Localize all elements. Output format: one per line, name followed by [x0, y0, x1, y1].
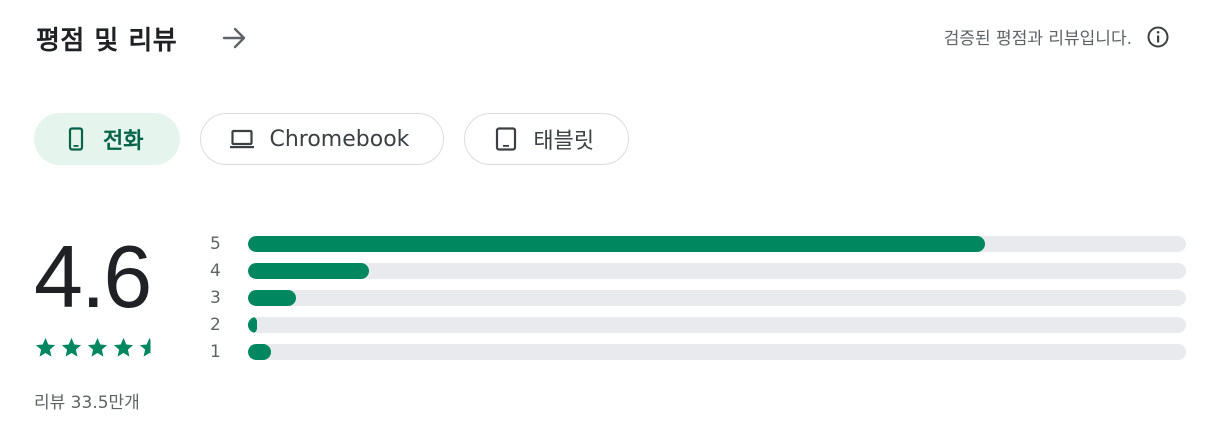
- rating-summary: 4.6: [34, 232, 174, 359]
- arrow-right-icon[interactable]: [220, 26, 250, 50]
- tab-phone[interactable]: 전화: [34, 113, 181, 165]
- rating-distribution: 5 4 3 2 1: [206, 230, 1186, 365]
- bar-fill: [248, 343, 271, 360]
- row-label: 3: [210, 287, 221, 308]
- row-label: 1: [210, 341, 221, 362]
- device-tabs: 전화 Chromebook 태블릿: [34, 113, 630, 165]
- distribution-row: 1: [206, 338, 1186, 365]
- distribution-row: 5: [206, 230, 1186, 257]
- star-icon: [87, 337, 108, 357]
- bar-fill: [248, 289, 296, 306]
- row-label: 2: [210, 314, 221, 335]
- section-title: 평점 및 리뷰: [36, 26, 178, 56]
- distribution-row: 2: [206, 311, 1186, 338]
- bar-track: [248, 316, 1186, 333]
- verified-notice: 검증된 평점과 리뷰입니다.: [944, 24, 1170, 49]
- ratings-header: 평점 및 리뷰 검증된 평점과 리뷰입니다.: [36, 14, 1170, 62]
- bar-track: [248, 343, 1186, 360]
- average-score: 4.6: [34, 227, 152, 326]
- star-icon: [113, 337, 134, 357]
- star-rating: [34, 336, 174, 359]
- bar-fill: [248, 235, 986, 252]
- review-count: 리뷰 33.5만개: [34, 393, 140, 413]
- star-icon: [35, 337, 56, 357]
- tab-tablet-label: 태블릿: [533, 129, 595, 154]
- bar-track: [248, 289, 1186, 306]
- tablet-icon: [493, 126, 519, 152]
- bar-fill: [248, 316, 258, 333]
- info-icon[interactable]: [1146, 25, 1170, 49]
- laptop-icon: [229, 126, 255, 152]
- bar-track: [248, 235, 1186, 252]
- row-label: 5: [210, 233, 221, 254]
- star-icon: [61, 337, 82, 357]
- tab-tablet[interactable]: 태블릿: [464, 113, 630, 165]
- tab-chromebook[interactable]: Chromebook: [200, 113, 445, 165]
- distribution-row: 4: [206, 257, 1186, 284]
- phone-icon: [63, 126, 89, 152]
- half-star-icon: [139, 337, 160, 357]
- bar-fill: [248, 262, 369, 279]
- bar-track: [248, 262, 1186, 279]
- tab-phone-label: 전화: [103, 129, 144, 154]
- row-label: 4: [210, 260, 221, 281]
- tab-chromebook-label: Chromebook: [269, 126, 410, 152]
- verified-text: 검증된 평점과 리뷰입니다.: [943, 29, 1132, 49]
- distribution-row: 3: [206, 284, 1186, 311]
